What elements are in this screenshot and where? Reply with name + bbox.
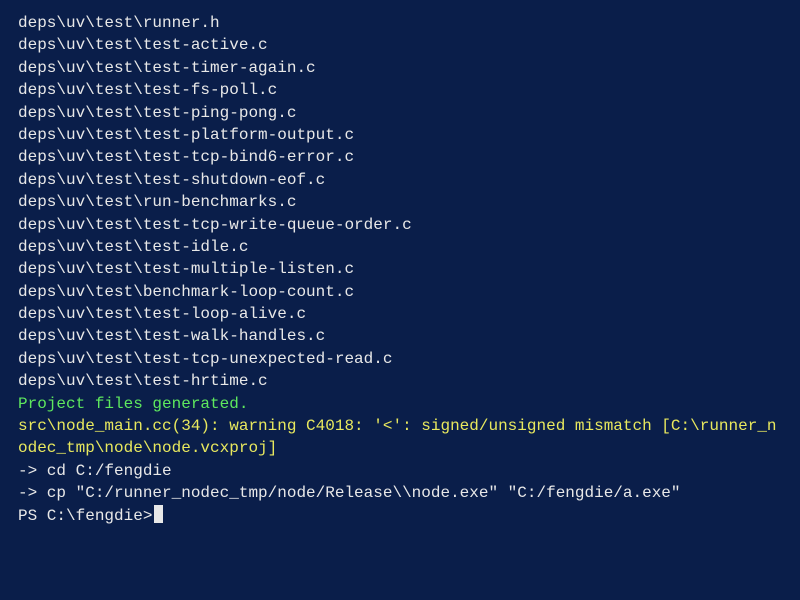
output-line: deps\uv\test\test-fs-poll.c bbox=[18, 79, 782, 101]
output-line: deps\uv\test\test-shutdown-eof.c bbox=[18, 169, 782, 191]
output-line: deps\uv\test\run-benchmarks.c bbox=[18, 191, 782, 213]
output-line: deps\uv\test\test-active.c bbox=[18, 34, 782, 56]
command-echo-line: -> cd C:/fengdie bbox=[18, 460, 782, 482]
output-line: deps\uv\test\test-timer-again.c bbox=[18, 57, 782, 79]
output-line: deps\uv\test\benchmark-loop-count.c bbox=[18, 281, 782, 303]
output-line: deps\uv\test\test-multiple-listen.c bbox=[18, 258, 782, 280]
output-line: deps\uv\test\test-tcp-bind6-error.c bbox=[18, 146, 782, 168]
status-message: Project files generated. bbox=[18, 393, 782, 415]
output-line: deps\uv\test\test-walk-handles.c bbox=[18, 325, 782, 347]
cursor-icon bbox=[154, 505, 163, 523]
warning-message: src\node_main.cc(34): warning C4018: '<'… bbox=[18, 415, 782, 460]
output-line: deps\uv\test\test-tcp-unexpected-read.c bbox=[18, 348, 782, 370]
terminal-output[interactable]: deps\uv\test\runner.h deps\uv\test\test-… bbox=[18, 12, 782, 527]
output-line: deps\uv\test\test-platform-output.c bbox=[18, 124, 782, 146]
prompt-prefix: PS C:\fengdie> bbox=[18, 505, 152, 527]
output-line: deps\uv\test\test-loop-alive.c bbox=[18, 303, 782, 325]
output-line: deps\uv\test\test-ping-pong.c bbox=[18, 102, 782, 124]
output-line: deps\uv\test\runner.h bbox=[18, 12, 782, 34]
output-line: deps\uv\test\test-hrtime.c bbox=[18, 370, 782, 392]
output-lines-container: deps\uv\test\runner.h deps\uv\test\test-… bbox=[18, 12, 782, 393]
prompt-line[interactable]: PS C:\fengdie> bbox=[18, 505, 782, 527]
output-line: deps\uv\test\test-idle.c bbox=[18, 236, 782, 258]
command-echo-line: -> cp "C:/runner_nodec_tmp/node/Release\… bbox=[18, 482, 782, 504]
output-line: deps\uv\test\test-tcp-write-queue-order.… bbox=[18, 214, 782, 236]
